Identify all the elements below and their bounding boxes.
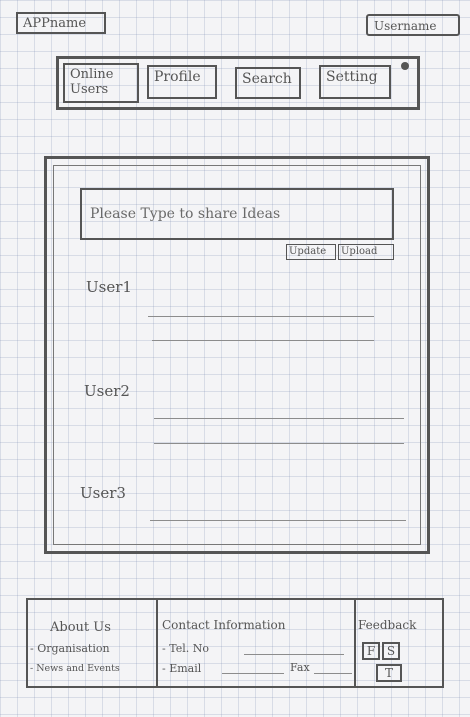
feedback-t-button[interactable]: T [376,664,402,682]
feedback-s-button[interactable]: S [382,642,400,660]
post-user-name: User3 [80,484,126,502]
footer-divider [354,600,356,686]
news-events-link[interactable]: - News and Events [30,663,120,674]
tel-no-line [244,654,344,655]
contact-info-title: Contact Information [162,618,286,632]
feedback-f-button[interactable]: F [362,642,380,660]
email-label: - Email [162,662,202,675]
tab-search[interactable]: Search [235,67,301,99]
fax-label: Fax [290,661,310,674]
post-content-line [154,418,404,419]
post-user-name: User2 [84,382,130,400]
email-line [222,673,284,674]
update-button[interactable]: Update [286,244,336,260]
footer: About Us - Organisation - News and Event… [26,598,444,688]
footer-divider [156,600,158,686]
tab-online-users[interactable]: Online Users [63,63,139,103]
upload-button[interactable]: Upload [338,244,394,260]
share-ideas-input[interactable] [80,188,394,240]
post-content-line [154,443,404,444]
nav-bar: Online Users Profile Search Setting [56,56,420,110]
post-content-line [148,316,374,317]
organisation-link[interactable]: - Organisation [30,642,110,655]
username-button[interactable]: Username [366,14,460,36]
tel-no-label: - Tel. No [162,642,209,655]
about-us-title[interactable]: About Us [50,620,111,635]
fax-line [314,673,352,674]
status-dot-icon [401,62,409,70]
post-content-line [150,520,406,521]
post-content-line [152,340,374,341]
post-user-name: User1 [86,278,132,296]
app-name-logo: APPname [16,12,106,34]
tab-profile[interactable]: Profile [147,65,217,99]
tab-setting[interactable]: Setting [319,65,391,99]
feedback-title: Feedback [358,618,417,632]
